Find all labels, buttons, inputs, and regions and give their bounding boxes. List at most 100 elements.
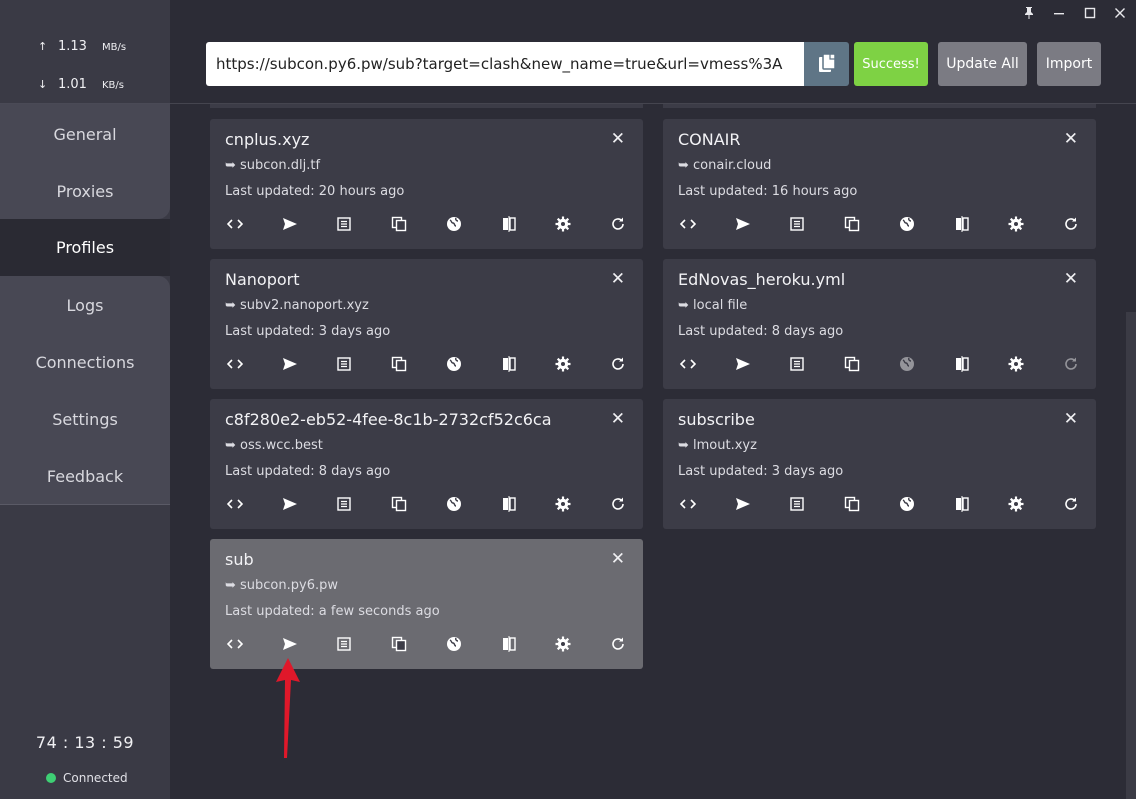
globe-icon[interactable] (443, 213, 465, 235)
send-icon[interactable] (732, 493, 754, 515)
delete-profile-icon[interactable]: ✕ (611, 269, 625, 289)
delete-profile-icon[interactable]: ✕ (1064, 409, 1078, 429)
gear-icon[interactable] (552, 633, 574, 655)
compare-icon[interactable] (951, 493, 973, 515)
pin-icon[interactable] (1014, 3, 1044, 23)
profile-card[interactable]: cnplus.xyz ➥ subcon.dlj.tf Last updated: 2… (210, 119, 643, 249)
code-icon[interactable] (677, 493, 699, 515)
list-icon[interactable] (786, 353, 808, 375)
profile-card[interactable]: c8f280e2-eb52-4fee-8c1b-2732cf52c6ca ➥ os… (210, 399, 643, 529)
copy-icon[interactable] (841, 353, 863, 375)
send-icon[interactable] (279, 353, 301, 375)
profile-last-updated: Last updated: 8 days ago (225, 464, 391, 479)
download-speed: 1.01 (58, 77, 87, 92)
send-icon[interactable] (732, 213, 754, 235)
send-icon[interactable] (279, 213, 301, 235)
refresh-icon[interactable] (1060, 353, 1082, 375)
sidebar-item-proxies[interactable]: Proxies (0, 163, 170, 220)
compare-icon[interactable] (498, 493, 520, 515)
profile-actions (224, 353, 632, 375)
title-bar (170, 0, 1136, 26)
refresh-icon[interactable] (1060, 493, 1082, 515)
list-icon[interactable] (333, 213, 355, 235)
sidebar-item-feedback[interactable]: Feedback (0, 448, 170, 505)
card-partial (663, 104, 1096, 108)
refresh-icon[interactable] (607, 353, 629, 375)
gear-icon[interactable] (552, 493, 574, 515)
compare-icon[interactable] (498, 353, 520, 375)
gear-icon[interactable] (552, 213, 574, 235)
compare-icon[interactable] (498, 213, 520, 235)
sidebar-item-general[interactable]: General (0, 106, 170, 163)
profile-card[interactable]: subscribe ➥ lmout.xyz Last updated: 3 days… (663, 399, 1096, 529)
globe-icon[interactable] (896, 213, 918, 235)
code-icon[interactable] (224, 633, 246, 655)
delete-profile-icon[interactable]: ✕ (1064, 269, 1078, 289)
copy-icon[interactable] (841, 213, 863, 235)
gear-icon[interactable] (1005, 213, 1027, 235)
send-icon[interactable] (279, 493, 301, 515)
list-icon[interactable] (333, 493, 355, 515)
profile-name: Nanoport (225, 270, 300, 289)
refresh-icon[interactable] (607, 213, 629, 235)
copy-icon[interactable] (388, 353, 410, 375)
sidebar-item-connections[interactable]: Connections (0, 334, 170, 391)
code-icon[interactable] (677, 213, 699, 235)
code-icon[interactable] (224, 353, 246, 375)
send-icon[interactable] (732, 353, 754, 375)
copy-icon[interactable] (388, 633, 410, 655)
list-icon[interactable] (333, 633, 355, 655)
list-icon[interactable] (333, 353, 355, 375)
compare-icon[interactable] (951, 213, 973, 235)
profile-card[interactable]: sub ➥ subcon.py6.pw Last updated: a few se… (210, 539, 643, 669)
success-button[interactable]: Success! (854, 42, 928, 86)
import-button[interactable]: Import (1037, 42, 1101, 86)
refresh-icon[interactable] (1060, 213, 1082, 235)
globe-icon[interactable] (896, 493, 918, 515)
delete-profile-icon[interactable]: ✕ (611, 409, 625, 429)
gear-icon[interactable] (1005, 493, 1027, 515)
paste-button[interactable] (804, 42, 849, 86)
code-icon[interactable] (677, 353, 699, 375)
list-icon[interactable] (786, 493, 808, 515)
upload-speed: 1.13 (58, 39, 87, 54)
scrollbar[interactable] (1126, 312, 1136, 799)
profile-source: ➥ local file (678, 298, 748, 313)
globe-icon[interactable] (443, 493, 465, 515)
subscription-url-input[interactable] (206, 42, 804, 86)
profile-card[interactable]: Nanoport ➥ subv2.nanoport.xyz Last updated… (210, 259, 643, 389)
close-window-icon[interactable] (1105, 3, 1135, 23)
delete-profile-icon[interactable]: ✕ (611, 549, 625, 569)
sidebar-item-logs[interactable]: Logs (0, 277, 170, 334)
refresh-icon[interactable] (607, 633, 629, 655)
copy-icon[interactable] (841, 493, 863, 515)
uptime-timer: 74 : 13 : 59 (35, 733, 135, 752)
profile-card[interactable]: EdNovas_heroku.yml ➥ local file Last updat… (663, 259, 1096, 389)
gear-icon[interactable] (552, 353, 574, 375)
code-icon[interactable] (224, 213, 246, 235)
refresh-icon[interactable] (607, 493, 629, 515)
delete-profile-icon[interactable]: ✕ (611, 129, 625, 149)
update-all-button[interactable]: Update All (938, 42, 1027, 86)
profile-name: CONAIR (678, 130, 741, 149)
list-icon[interactable] (786, 213, 808, 235)
code-icon[interactable] (224, 493, 246, 515)
profile-card[interactable]: CONAIR ➥ conair.cloud Last updated: 16 hou… (663, 119, 1096, 249)
compare-icon[interactable] (498, 633, 520, 655)
globe-icon[interactable] (443, 353, 465, 375)
delete-profile-icon[interactable]: ✕ (1064, 129, 1078, 149)
globe-icon[interactable] (443, 633, 465, 655)
copy-icon[interactable] (388, 213, 410, 235)
profile-source: ➥ subv2.nanoport.xyz (225, 298, 369, 313)
sidebar-item-profiles[interactable]: Profiles (0, 219, 170, 276)
compare-icon[interactable] (951, 353, 973, 375)
send-icon[interactable] (279, 633, 301, 655)
profile-source: ➥ lmout.xyz (678, 438, 757, 453)
minimize-icon[interactable] (1044, 3, 1074, 23)
maximize-icon[interactable] (1075, 3, 1105, 23)
globe-icon[interactable] (896, 353, 918, 375)
status-dot-icon (46, 773, 56, 783)
sidebar-item-settings[interactable]: Settings (0, 391, 170, 448)
copy-icon[interactable] (388, 493, 410, 515)
gear-icon[interactable] (1005, 353, 1027, 375)
